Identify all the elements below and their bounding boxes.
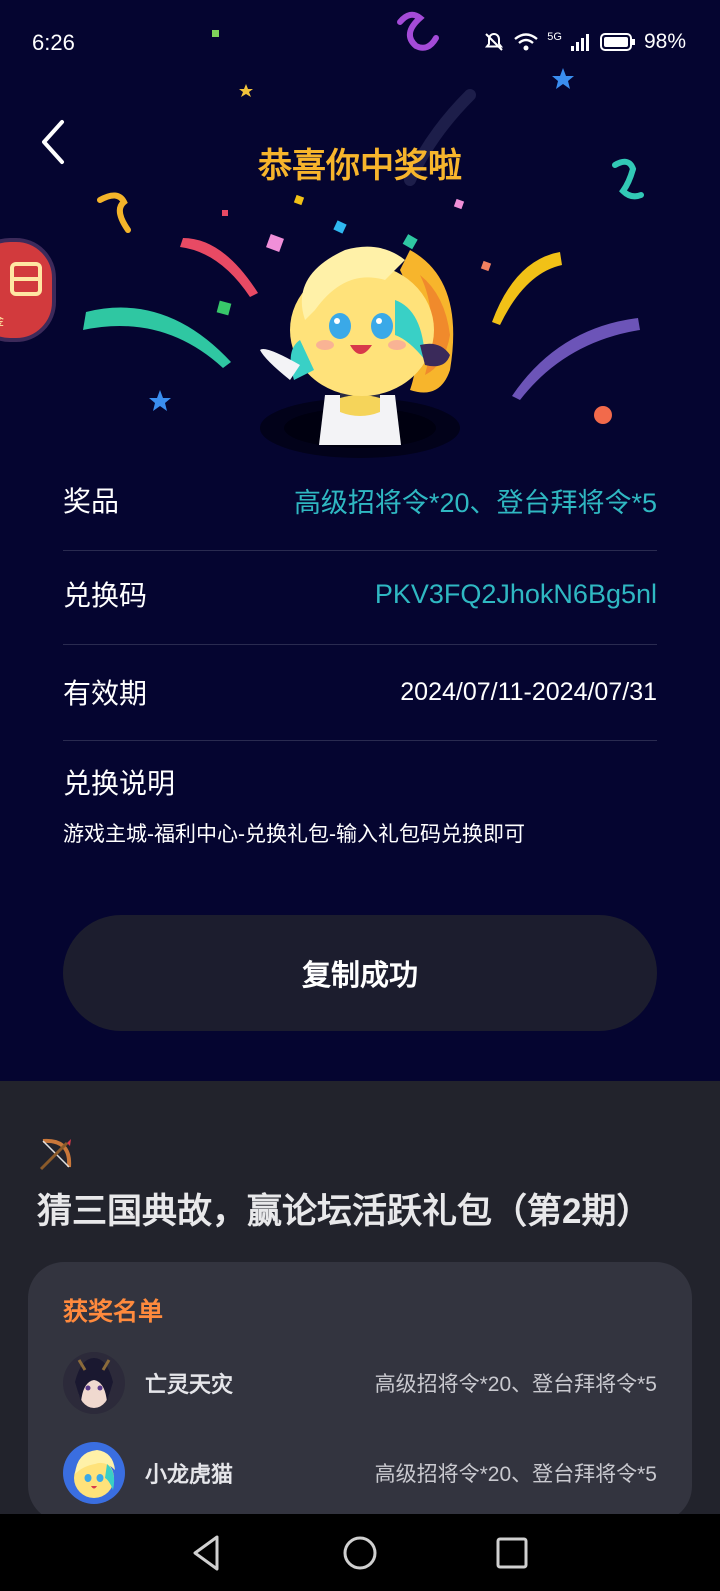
- validity-value: 2024/07/11-2024/07/31: [400, 677, 657, 706]
- prize-label: 奖品: [63, 486, 120, 517]
- copy-success-button[interactable]: 复制成功: [63, 915, 657, 1031]
- divider: [63, 644, 657, 645]
- redeem-code[interactable]: PKV3FQ2JhokN6Bg5nl: [375, 579, 657, 610]
- validity-row: 有效期 2024/07/11-2024/07/31: [63, 668, 657, 716]
- instructions-text: 游戏主城-福利中心-兑换礼包-输入礼包码兑换即可: [63, 823, 525, 846]
- avatar[interactable]: [63, 1352, 125, 1414]
- winners-title: 获奖名单: [63, 1298, 164, 1326]
- prize-row: 奖品 高级招将令*20、登台拜将令*5: [63, 476, 657, 524]
- avatar-image: [63, 1352, 125, 1414]
- prize-value: 高级招将令*20、登台拜将令*5: [293, 487, 657, 518]
- circle-home-icon: [343, 1536, 377, 1570]
- badge-text: 现金: [0, 312, 4, 329]
- winner-prize: 高级招将令*20、登台拜将令*5: [374, 1463, 657, 1486]
- avatar-image: [63, 1442, 125, 1504]
- post-title[interactable]: 猜三国典故，赢论坛活跃礼包（第2期）: [37, 1128, 687, 1240]
- nav-back-button[interactable]: [185, 1531, 229, 1575]
- winner-prize: 高级招将令*20、登台拜将令*5: [374, 1373, 657, 1396]
- triangle-back-icon: [193, 1535, 219, 1571]
- confetti-decoration: [83, 11, 644, 458]
- code-label: 兑换码: [63, 580, 148, 611]
- instructions-label: 兑换说明: [63, 768, 176, 799]
- winner-name: 亡灵天灾: [145, 1372, 234, 1397]
- validity-label: 有效期: [63, 678, 148, 709]
- divider: [63, 550, 657, 551]
- avatar[interactable]: [63, 1442, 125, 1504]
- dialog-title: 恭喜你中奖啦: [258, 147, 462, 185]
- post-title-text: 猜三国典故，赢论坛活跃礼包（第2期）: [37, 1192, 652, 1231]
- bow-arrow-icon: [39, 1138, 72, 1171]
- winner-row[interactable]: 小龙虎猫 高级招将令*20、登台拜将令*5: [63, 1441, 657, 1505]
- winner-row[interactable]: 亡灵天灾 高级招将令*20、登台拜将令*5: [63, 1351, 657, 1415]
- floating-cash-badge[interactable]: 现金: [0, 238, 56, 342]
- nav-recents-button[interactable]: [490, 1531, 534, 1575]
- divider: [63, 740, 657, 741]
- winner-name: 小龙虎猫: [145, 1462, 234, 1487]
- code-row: 兑换码 PKV3FQ2JhokN6Bg5nl: [63, 570, 657, 618]
- square-recents-icon: [496, 1537, 528, 1569]
- gift-icon: [10, 262, 42, 296]
- nav-home-button[interactable]: [338, 1531, 382, 1575]
